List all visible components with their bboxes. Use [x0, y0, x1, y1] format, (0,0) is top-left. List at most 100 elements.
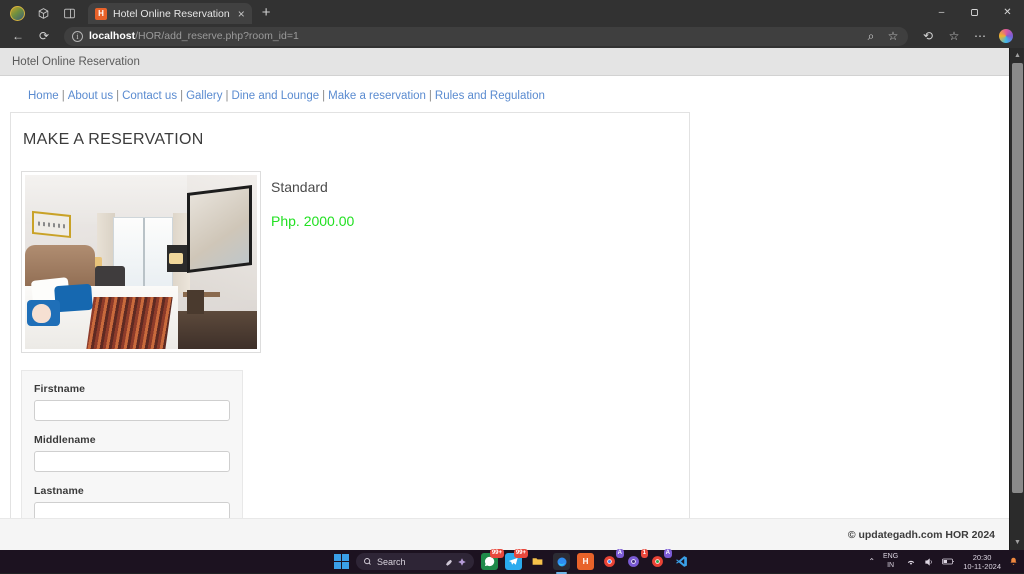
taskbar-clock[interactable]: 20:30 10-11-2024	[963, 553, 1001, 571]
split-screen-icon[interactable]	[56, 2, 82, 24]
maximize-button[interactable]	[958, 0, 991, 24]
new-tab-button[interactable]: +	[262, 4, 271, 21]
chrome-badge: A	[616, 549, 624, 558]
scroll-down-arrow-icon[interactable]: ▼	[1010, 535, 1024, 550]
firstname-input[interactable]	[34, 400, 230, 421]
language-line-2: IN	[887, 562, 894, 569]
address-bar[interactable]: i localhost/HOR/add_reserve.php?room_id=…	[64, 27, 908, 46]
url-path: /HOR/add_reserve.php?room_id=1	[135, 30, 299, 42]
tab-close-icon[interactable]: ×	[236, 8, 247, 20]
hotel-room-image	[25, 175, 257, 349]
volume-icon[interactable]	[924, 557, 934, 567]
scroll-up-arrow-icon[interactable]: ▲	[1010, 48, 1024, 63]
copilot-sidebar-icon[interactable]	[994, 26, 1018, 46]
taskbar-app-whatsapp[interactable]: 99+	[481, 553, 498, 570]
footer-copyright: © updategadh.com HOR 2024	[848, 529, 995, 541]
nav-separator: |	[62, 90, 65, 102]
favorite-star-icon[interactable]: ☆	[886, 26, 900, 46]
taskbar-app-telegram[interactable]: 99+	[505, 553, 522, 570]
minimize-button[interactable]: –	[925, 0, 958, 24]
search-icon	[363, 557, 372, 566]
browser-tab[interactable]: H Hotel Online Reservation ×	[88, 3, 252, 24]
nav-link-about-us[interactable]: About us	[68, 90, 113, 102]
copilot-orb	[999, 29, 1013, 43]
close-button[interactable]: ✕	[991, 0, 1024, 24]
clock-date: 10-11-2024	[963, 562, 1001, 571]
taskbar-app-file-explorer[interactable]	[529, 553, 546, 570]
firstname-label: Firstname	[34, 383, 230, 395]
web-page: Hotel Online Reservation Home|About us|C…	[0, 48, 1009, 550]
nav-separator: |	[322, 90, 325, 102]
copilot-taskbar-icon[interactable]	[457, 557, 467, 567]
nav-link-gallery[interactable]: Gallery	[186, 90, 222, 102]
telegram-badge: 99+	[514, 549, 528, 558]
collections-icon[interactable]: ☆	[942, 26, 966, 46]
language-indicator[interactable]: ENG IN	[883, 553, 898, 570]
page-viewport: Hotel Online Reservation Home|About us|C…	[0, 48, 1024, 550]
page-title: MAKE A RESERVATION	[11, 131, 689, 149]
taskbar-app-chrome-canary[interactable]: A	[649, 553, 666, 570]
nav-separator: |	[429, 90, 432, 102]
taskbar-app-microsoft-edge[interactable]	[553, 553, 570, 570]
hotel-app-glyph: H	[583, 557, 589, 566]
settings-more-icon[interactable]: ⋯	[968, 26, 992, 46]
taskbar-app-chrome-beta[interactable]: 1	[625, 553, 642, 570]
whatsapp-badge: 99+	[490, 549, 504, 558]
lastname-label: Lastname	[34, 485, 230, 497]
reload-icon[interactable]: ⟳	[32, 26, 56, 46]
notification-bell-icon[interactable]	[1009, 557, 1018, 566]
browser-toolbar: ← ⟳ i localhost/HOR/add_reserve.php?room…	[0, 24, 1024, 48]
taskbar-center: Search 99+ 99+ H	[334, 553, 690, 570]
nav-separator: |	[180, 90, 183, 102]
history-icon[interactable]: ⟲	[916, 26, 940, 46]
taskbar-app-hotel[interactable]: H	[577, 553, 594, 570]
clock-time: 20:30	[973, 553, 992, 562]
url-text: localhost/HOR/add_reserve.php?room_id=1	[89, 30, 299, 42]
tab-favicon: H	[95, 8, 107, 20]
taskbar-app-chrome[interactable]: A	[601, 553, 618, 570]
taskbar-search[interactable]: Search	[356, 553, 474, 570]
scrollbar-thumb[interactable]	[1012, 63, 1023, 493]
tab-title: Hotel Online Reservation	[113, 8, 230, 20]
windows-taskbar: Search 99+ 99+ H	[0, 550, 1024, 573]
nav-link-dine-and-lounge[interactable]: Dine and Lounge	[232, 90, 320, 102]
url-host: localhost	[89, 30, 135, 42]
omnibox-actions: ⌕ ☆	[864, 26, 900, 46]
scrollbar-track[interactable]	[1010, 63, 1024, 535]
nav-link-make-a-reservation[interactable]: Make a reservation	[328, 90, 426, 102]
system-tray: ⌃ ENG IN 20:30 10-11-2024	[868, 553, 1018, 571]
middlename-input[interactable]	[34, 451, 230, 472]
start-icon[interactable]	[334, 554, 349, 569]
battery-icon[interactable]	[942, 557, 955, 566]
page-footer: © updategadh.com HOR 2024	[0, 518, 1009, 550]
nav-link-rules-and-regulation[interactable]: Rules and Regulation	[435, 90, 545, 102]
window-controls: – ✕	[925, 0, 1024, 24]
room-name: Standard	[271, 179, 354, 195]
nav-separator: |	[116, 90, 119, 102]
taskbar-app-vs-code[interactable]	[673, 553, 690, 570]
tray-chevron-icon[interactable]: ⌃	[868, 557, 875, 566]
page-scrollbar[interactable]: ▲ ▼	[1009, 48, 1024, 550]
avatar	[10, 6, 25, 21]
widgets-icon[interactable]	[444, 557, 454, 567]
zoom-icon[interactable]: ⌕	[864, 26, 878, 46]
site-navigation: Home|About us|Contact us|Gallery|Dine an…	[0, 76, 1009, 112]
chrome-beta-badge: 1	[641, 549, 648, 558]
nav-separator: |	[226, 90, 229, 102]
site-brand: Hotel Online Reservation	[12, 56, 140, 68]
site-info-icon[interactable]: i	[72, 31, 83, 42]
chrome-canary-badge: A	[664, 549, 672, 558]
room-photo	[21, 171, 261, 353]
room-summary: Standard Php. 2000.00	[11, 171, 689, 353]
nav-link-contact-us[interactable]: Contact us	[122, 90, 177, 102]
site-header: Hotel Online Reservation	[0, 48, 1009, 76]
wifi-icon[interactable]	[906, 557, 916, 567]
nav-link-home[interactable]: Home	[28, 90, 59, 102]
copilot-icon[interactable]	[30, 2, 56, 24]
profile-avatar-icon[interactable]	[4, 2, 30, 24]
language-line-1: ENG	[883, 553, 898, 560]
tab-strip: H Hotel Online Reservation × + – ✕	[0, 0, 1024, 24]
reservation-container: MAKE A RESERVATION	[10, 112, 690, 550]
back-icon[interactable]: ←	[6, 26, 30, 46]
room-details: Standard Php. 2000.00	[267, 171, 354, 353]
